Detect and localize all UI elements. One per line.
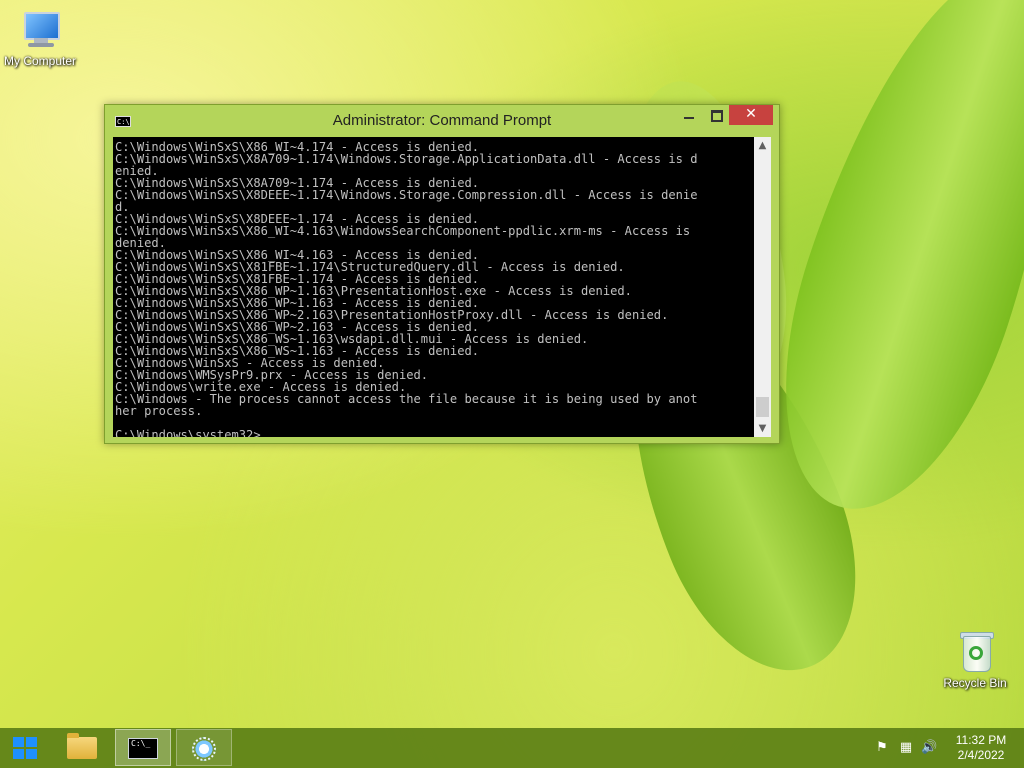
taskbar-clock[interactable]: 11:32 PM 2/4/2022: [948, 733, 1014, 763]
clock-time: 11:32 PM: [955, 733, 1007, 747]
maximize-button[interactable]: [703, 105, 729, 125]
taskbar-file-explorer[interactable]: [55, 729, 111, 766]
clock-date: 2/4/2022: [957, 748, 1005, 762]
desktop-icon-label: My Computer: [3, 54, 77, 68]
command-prompt-window[interactable]: C:\ Administrator: Command Prompt ✕ C:\W…: [104, 104, 780, 444]
window-titlebar[interactable]: C:\ Administrator: Command Prompt ✕: [105, 105, 779, 135]
brightness-icon: [192, 737, 216, 761]
action-center-flag-icon[interactable]: ⚑: [874, 740, 890, 756]
close-icon: ✕: [745, 106, 757, 122]
scroll-thumb[interactable]: [756, 397, 769, 417]
taskbar: C:\_ ⚑ ▦ 🔊 11:32 PM 2/4/2022: [0, 728, 1024, 768]
scroll-up-arrow-icon[interactable]: ▲: [754, 137, 771, 154]
recycle-bin-icon: [953, 630, 997, 674]
vertical-scrollbar[interactable]: ▲ ▼: [754, 137, 771, 437]
computer-icon: [18, 8, 62, 52]
cmd-icon: C:\_: [128, 738, 158, 759]
volume-icon[interactable]: 🔊: [921, 740, 937, 756]
start-button[interactable]: [0, 728, 50, 768]
windows-logo-icon: [13, 737, 37, 759]
console-output[interactable]: C:\Windows\WinSxS\X86_WI~4.174 - Access …: [113, 137, 754, 437]
close-button[interactable]: ✕: [729, 105, 773, 125]
console-text[interactable]: C:\Windows\WinSxS\X86_WI~4.174 - Access …: [113, 137, 754, 437]
taskbar-brightness-app[interactable]: [176, 729, 232, 766]
network-icon[interactable]: ▦: [898, 740, 914, 756]
taskbar-command-prompt[interactable]: C:\_: [115, 729, 171, 766]
scroll-down-arrow-icon[interactable]: ▼: [754, 420, 771, 437]
desktop-icon-recycle-bin[interactable]: Recycle Bin: [935, 630, 1015, 690]
folder-icon: [67, 733, 97, 759]
minimize-button[interactable]: [675, 105, 703, 125]
desktop-icon-label: Recycle Bin: [943, 676, 1007, 690]
desktop-icon-my-computer[interactable]: My Computer: [0, 8, 80, 68]
